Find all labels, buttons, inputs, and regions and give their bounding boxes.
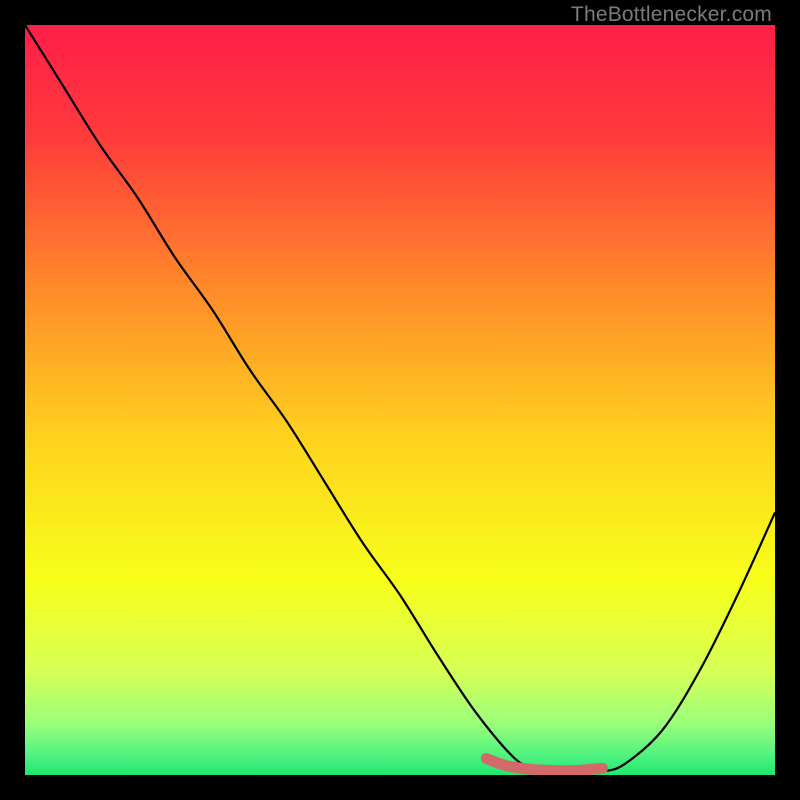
- chart-svg: [25, 25, 775, 775]
- chart-frame: TheBottlenecker.com: [0, 0, 800, 800]
- watermark-text: TheBottlenecker.com: [571, 3, 772, 27]
- gradient-background: [25, 25, 775, 775]
- chart-plot-area: [25, 25, 775, 775]
